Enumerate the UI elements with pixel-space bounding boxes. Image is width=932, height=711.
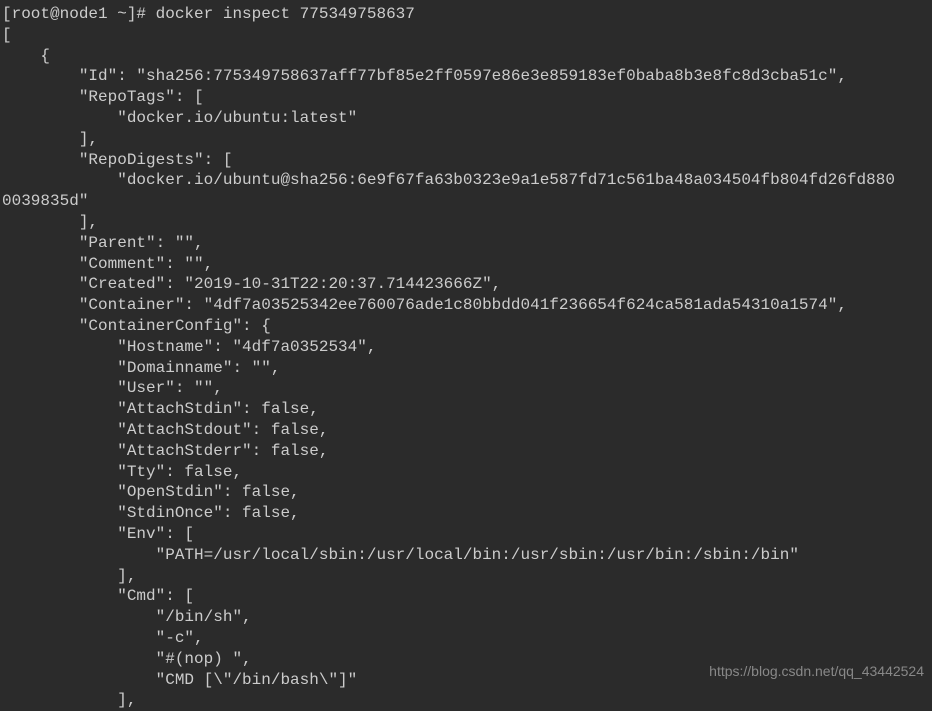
- output-line: [: [2, 25, 930, 46]
- output-line: "OpenStdin": false,: [2, 482, 930, 503]
- output-line: "Created": "2019-10-31T22:20:37.71442366…: [2, 274, 930, 295]
- output-line: "Comment": "",: [2, 254, 930, 275]
- output-line: "docker.io/ubuntu:latest": [2, 108, 930, 129]
- prompt-line: [root@node1 ~]# docker inspect 775349758…: [2, 4, 930, 25]
- output-line: ],: [2, 690, 930, 711]
- output-line: "ContainerConfig": {: [2, 316, 930, 337]
- output-line: "AttachStderr": false,: [2, 441, 930, 462]
- output-line: "RepoDigests": [: [2, 150, 930, 171]
- output-line: 0039835d": [2, 191, 930, 212]
- output-line: "Hostname": "4df7a0352534",: [2, 337, 930, 358]
- output-line: "/bin/sh",: [2, 607, 930, 628]
- output-line: "Parent": "",: [2, 233, 930, 254]
- output-line: "Domainname": "",: [2, 358, 930, 379]
- output-line: {: [2, 46, 930, 67]
- output-line: "AttachStdin": false,: [2, 399, 930, 420]
- output-line: "Cmd": [: [2, 586, 930, 607]
- output-line: "-c",: [2, 628, 930, 649]
- watermark-text: https://blog.csdn.net/qq_43442524: [709, 662, 924, 680]
- output-line: "StdinOnce": false,: [2, 503, 930, 524]
- output-line: ],: [2, 212, 930, 233]
- output-line: "docker.io/ubuntu@sha256:6e9f67fa63b0323…: [2, 170, 930, 191]
- output-line: "RepoTags": [: [2, 87, 930, 108]
- output-line: "User": "",: [2, 378, 930, 399]
- output-line: ],: [2, 566, 930, 587]
- output-line: "Id": "sha256:775349758637aff77bf85e2ff0…: [2, 66, 930, 87]
- output-line: ],: [2, 129, 930, 150]
- output-line: "Tty": false,: [2, 462, 930, 483]
- output-line: "Env": [: [2, 524, 930, 545]
- output-line: "AttachStdout": false,: [2, 420, 930, 441]
- output-line: "PATH=/usr/local/sbin:/usr/local/bin:/us…: [2, 545, 930, 566]
- output-line: "Container": "4df7a03525342ee760076ade1c…: [2, 295, 930, 316]
- terminal-output: [root@node1 ~]# docker inspect 775349758…: [2, 4, 930, 711]
